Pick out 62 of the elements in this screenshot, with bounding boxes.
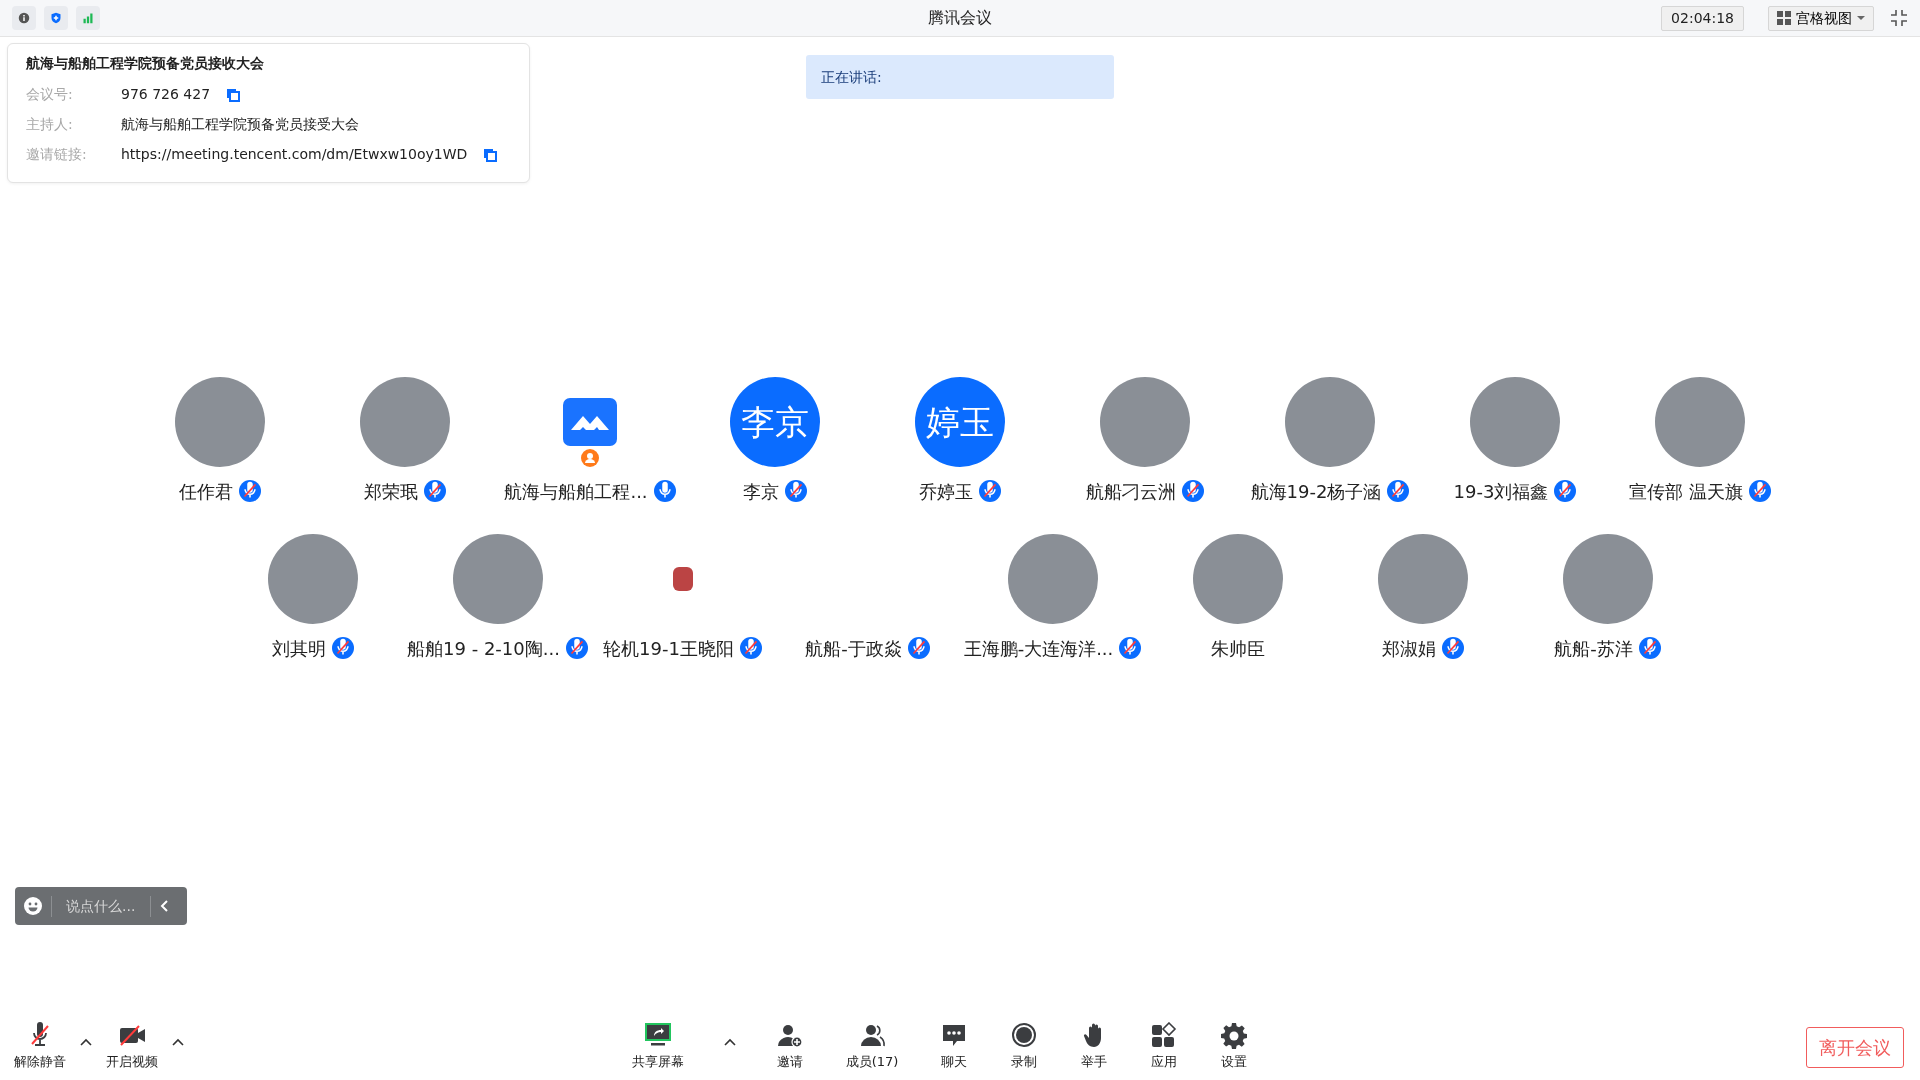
participant-name: 航船-苏洋 bbox=[1554, 636, 1633, 661]
field-label: 邀请链接: bbox=[26, 145, 88, 165]
toolbar-button[interactable]: 解除静音 bbox=[8, 1022, 72, 1072]
settings-icon bbox=[1220, 1022, 1249, 1051]
participant-name: 19-3刘福鑫 bbox=[1453, 479, 1549, 504]
participant-name: 任作君 bbox=[179, 479, 233, 504]
toolbar-button[interactable]: 举手 bbox=[1074, 1022, 1115, 1072]
speaking-indicator: 正在讲话: bbox=[806, 55, 1114, 99]
emoji-icon bbox=[23, 896, 43, 916]
field-value: 976 726 427 bbox=[121, 85, 211, 105]
copy-button[interactable] bbox=[226, 87, 241, 102]
shield-button[interactable] bbox=[44, 6, 68, 30]
toolbar-button[interactable]: 开启视频 bbox=[100, 1022, 164, 1072]
view-selector[interactable]: 宫格视图 bbox=[1768, 5, 1874, 31]
caret-icon bbox=[723, 1037, 736, 1046]
participant-name: 李京 bbox=[743, 479, 779, 504]
info-button[interactable] bbox=[12, 6, 36, 30]
participant-name: 朱帅臣 bbox=[1210, 636, 1265, 661]
field-label: 会议号: bbox=[26, 85, 74, 105]
toolbar-button[interactable]: 录制 bbox=[1004, 1022, 1045, 1072]
toolbar-button[interactable]: 成员(17) bbox=[839, 1022, 905, 1072]
chat-input-bar[interactable]: 说点什么... bbox=[15, 887, 187, 925]
participant-name: 乔婷玉 bbox=[919, 479, 973, 504]
shield-icon bbox=[50, 10, 62, 26]
copy-button[interactable] bbox=[483, 147, 498, 162]
copy-icon bbox=[483, 147, 498, 162]
participant-name: 王海鹏-大连海洋... bbox=[963, 636, 1114, 661]
field-value: 航海与船舶工程学院预备党员接受大会 bbox=[121, 115, 359, 135]
participant-name: 航海19-2杨子涵 bbox=[1250, 479, 1382, 504]
caret-icon bbox=[172, 1037, 184, 1046]
grid-icon bbox=[1777, 11, 1791, 25]
toolbar-button[interactable]: 应用 bbox=[1144, 1022, 1185, 1072]
avatar: 婷玉 bbox=[915, 377, 1005, 467]
participant-name: 船舶19 - 2-10陶... bbox=[407, 636, 560, 661]
meeting-title: 航海与船舶工程学院预备党员接收大会 bbox=[26, 55, 265, 72]
app-logo-icon bbox=[563, 398, 617, 446]
exit-fullscreen-icon bbox=[1890, 9, 1908, 27]
copy-icon bbox=[226, 87, 241, 102]
participant-name: 航船-于政焱 bbox=[805, 636, 902, 661]
chevron-left-icon bbox=[159, 899, 169, 913]
participant-name: 郑淑娟 bbox=[1381, 636, 1436, 661]
participant-name: 刘其明 bbox=[271, 636, 326, 661]
participant-name: 郑荣珉 bbox=[364, 479, 418, 504]
avatar: 李京 bbox=[730, 377, 820, 467]
participant-name: 航海与船舶工程... bbox=[504, 479, 648, 504]
participant-name: 航船刁云洲 bbox=[1086, 479, 1176, 504]
avatar-photo-placeholder bbox=[672, 567, 693, 591]
toolbar-button[interactable]: 邀请 bbox=[769, 1022, 810, 1072]
field-label: 主持人: bbox=[26, 115, 74, 135]
caret-icon bbox=[1857, 15, 1865, 21]
meeting-timer: 02:04:18 bbox=[1661, 5, 1744, 31]
toolbar-button[interactable]: 设置 bbox=[1214, 1022, 1255, 1072]
toolbar-button[interactable]: 聊天 bbox=[934, 1022, 975, 1072]
info-icon bbox=[18, 10, 30, 26]
chat-input-field[interactable]: 说点什么... bbox=[51, 895, 151, 917]
window-title: 腾讯会议 bbox=[928, 7, 992, 29]
caret-icon bbox=[80, 1037, 92, 1046]
toolbar-button[interactable]: 共享屏幕 bbox=[625, 1022, 690, 1072]
exit-fullscreen-button[interactable] bbox=[1890, 9, 1908, 27]
participant-name: 轮机19-1王晓阳 bbox=[603, 636, 734, 661]
participant-name: 宣传部 温天旗 bbox=[1629, 479, 1743, 504]
field-value: https://meeting.tencent.com/dm/Etwxw10oy1WD bbox=[121, 145, 468, 165]
